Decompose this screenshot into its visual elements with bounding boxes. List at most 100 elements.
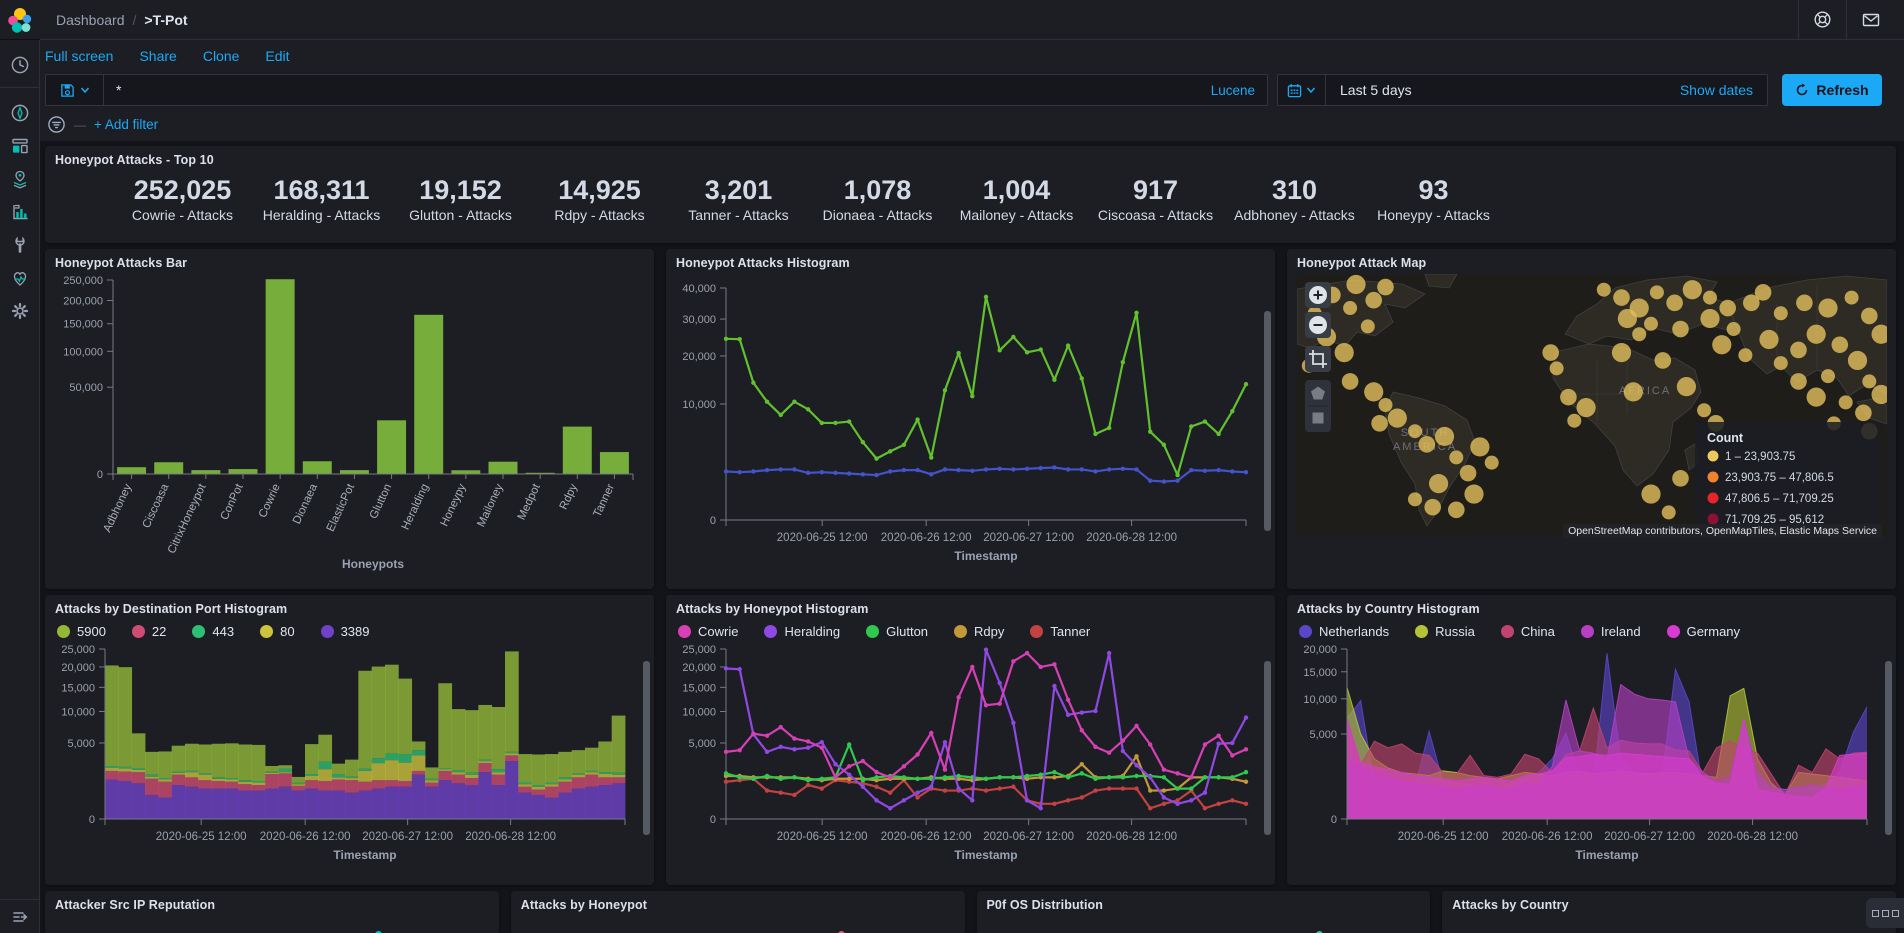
svg-text:Timestamp: Timestamp (954, 549, 1017, 563)
legend-item-5900[interactable]: 5900 (57, 624, 106, 639)
breadcrumb-section[interactable]: Dashboard (56, 12, 125, 28)
svg-text:47,806.5 – 71,709.25: 47,806.5 – 71,709.25 (1725, 493, 1834, 505)
panel-scrollbar[interactable] (643, 661, 650, 835)
svg-text:Ciscoasa: Ciscoasa (141, 482, 172, 530)
svg-text:0: 0 (97, 469, 103, 481)
panel-attacks-by-country-pie: Attacks by Country (1442, 891, 1896, 933)
menu-full-screen[interactable]: Full screen (45, 48, 113, 64)
sidebar-item-management[interactable] (0, 294, 40, 327)
newsfeed-icon[interactable] (1846, 0, 1894, 40)
menu-edit[interactable]: Edit (265, 48, 289, 64)
world-map[interactable]: SOUTHAMERICAAFRICACount1 – 23,903.7523,9… (1297, 274, 1887, 536)
svg-text:2020-06-27 12:00: 2020-06-27 12:00 (362, 831, 453, 843)
svg-text:Adbhoney: Adbhoney (102, 482, 135, 534)
legend-item-Ireland[interactable]: Ireland (1581, 624, 1641, 639)
svg-text:2020-06-28 12:00: 2020-06-28 12:00 (1086, 532, 1177, 544)
svg-text:0: 0 (710, 515, 716, 527)
metric-heralding: 168,311Heralding - Attacks (252, 176, 391, 223)
panel-scrollbar[interactable] (1264, 661, 1271, 835)
legend-item-Russia[interactable]: Russia (1415, 624, 1475, 639)
honeypot-attacks-bar-chart[interactable]: AdbhoneyCiscoasaCitrixHoneypotConPotCowr… (55, 270, 644, 579)
query-bar: Lucene Last 5 days Show dates Refresh (40, 70, 1904, 106)
panel-title: Attacks by Honeypot Histogram (676, 602, 1265, 616)
legend-swatch-icon (678, 625, 691, 638)
chart-legend: Netherlands Russia China Ireland Germany (1299, 624, 1886, 639)
legend-swatch-icon (1501, 625, 1514, 638)
chevron-down-icon (1306, 85, 1316, 95)
legend-item-443[interactable]: 443 (192, 624, 234, 639)
legend-item-Netherlands[interactable]: Netherlands (1299, 624, 1389, 639)
attacks-by-country-chart[interactable]: 05,00010,00015,00020,0002020-06-25 12:00… (1297, 641, 1886, 874)
date-quick-menu-button[interactable] (1278, 75, 1326, 105)
panel-p0f-os-distribution: P0f OS Distribution (977, 891, 1431, 933)
metric-glutton: 19,152Glutton - Attacks (391, 176, 530, 223)
metric-ciscoasa: 917Ciscoasa - Attacks (1086, 176, 1225, 223)
legend-swatch-icon (260, 625, 273, 638)
attacks-by-honeypot-chart[interactable]: 05,00010,00015,00020,00025,0002020-06-25… (676, 641, 1265, 874)
legend-item-Rdpy[interactable]: Rdpy (954, 624, 1004, 639)
legend-item-3389[interactable]: 3389 (321, 624, 370, 639)
svg-text:2020-06-26 12:00: 2020-06-26 12:00 (260, 831, 351, 843)
legend-swatch-icon (321, 625, 334, 638)
panel-scrollbar[interactable] (1885, 661, 1892, 835)
help-icon[interactable] (1798, 0, 1846, 40)
svg-text:2020-06-26 12:00: 2020-06-26 12:00 (1502, 831, 1593, 843)
search-input[interactable] (104, 82, 1199, 98)
menu-share[interactable]: Share (139, 48, 176, 64)
svg-text:25,000: 25,000 (61, 644, 95, 656)
svg-text:20,000: 20,000 (682, 351, 716, 363)
legend-item-Germany[interactable]: Germany (1667, 624, 1740, 639)
legend-label: 22 (152, 624, 166, 639)
dashboard-grid: Honeypot Attacks - Top 10 252,025Cowrie … (40, 141, 1904, 933)
legend-label: Tanner (1050, 624, 1090, 639)
legend-item-80[interactable]: 80 (260, 624, 294, 639)
panel-scrollbar[interactable] (1264, 311, 1271, 531)
legend-label: 3389 (341, 624, 370, 639)
sidebar-item-uptime[interactable] (0, 261, 40, 294)
map-attribution: OpenStreetMap contributors, OpenMapTiles… (1563, 524, 1882, 538)
legend-item-Cowrie[interactable]: Cowrie (678, 624, 738, 639)
attack-map[interactable]: SOUTHAMERICAAFRICACount1 – 23,903.7523,9… (1297, 274, 1886, 541)
svg-text:100,000: 100,000 (63, 346, 103, 358)
filter-icon[interactable] (47, 115, 66, 134)
show-dates-button[interactable]: Show dates (1680, 82, 1767, 98)
saved-query-menu-button[interactable] (46, 75, 104, 105)
sidebar-item-dashboard[interactable] (0, 129, 40, 162)
elastic-logo-icon (6, 6, 34, 34)
legend-label: Ireland (1601, 624, 1641, 639)
recently-viewed-icon[interactable] (0, 48, 40, 81)
sidebar-item-maps[interactable] (0, 162, 40, 195)
sidebar-item-discover[interactable] (0, 96, 40, 129)
elastic-logo[interactable] (0, 0, 40, 40)
add-filter-button[interactable]: + Add filter (94, 117, 158, 132)
legend-item-Tanner[interactable]: Tanner (1030, 624, 1090, 639)
query-language-button[interactable]: Lucene (1199, 83, 1267, 98)
svg-text:2020-06-25 12:00: 2020-06-25 12:00 (1398, 831, 1489, 843)
search-box: Lucene (45, 74, 1268, 106)
chevron-down-icon (80, 85, 90, 95)
panel-options-box[interactable] (1866, 898, 1904, 928)
refresh-button[interactable]: Refresh (1782, 74, 1882, 106)
metric-honeypy: 93Honeypy - Attacks (1364, 176, 1503, 223)
time-range-label[interactable]: Last 5 days (1326, 82, 1412, 98)
svg-text:250,000: 250,000 (63, 275, 103, 287)
svg-text:Tanner: Tanner (591, 482, 617, 519)
chart-legend: 5900 22 443 80 3389 (57, 624, 644, 639)
sidebar-item-visualize[interactable] (0, 195, 40, 228)
svg-text:0: 0 (89, 814, 95, 826)
legend-item-China[interactable]: China (1501, 624, 1555, 639)
svg-text:2020-06-27 12:00: 2020-06-27 12:00 (983, 831, 1074, 843)
legend-item-Glutton[interactable]: Glutton (866, 624, 928, 639)
metric-dionaea: 1,078Dionaea - Attacks (808, 176, 947, 223)
svg-text:Medpot: Medpot (516, 481, 543, 522)
dashboard-menu: Full screen Share Clone Edit (40, 40, 1904, 70)
legend-swatch-icon (954, 625, 967, 638)
sidebar-item-devtools[interactable] (0, 228, 40, 261)
legend-item-Heralding[interactable]: Heralding (764, 624, 840, 639)
legend-item-22[interactable]: 22 (132, 624, 166, 639)
honeypot-attacks-histogram-chart[interactable]: 010,00020,00030,00040,0002020-06-25 12:0… (676, 274, 1265, 581)
collapse-sidebar-button[interactable] (0, 899, 40, 933)
dest-port-histogram-chart[interactable]: 05,00010,00015,00020,00025,0002020-06-25… (55, 641, 644, 874)
menu-clone[interactable]: Clone (203, 48, 240, 64)
metric-mailoney: 1,004Mailoney - Attacks (947, 176, 1086, 223)
